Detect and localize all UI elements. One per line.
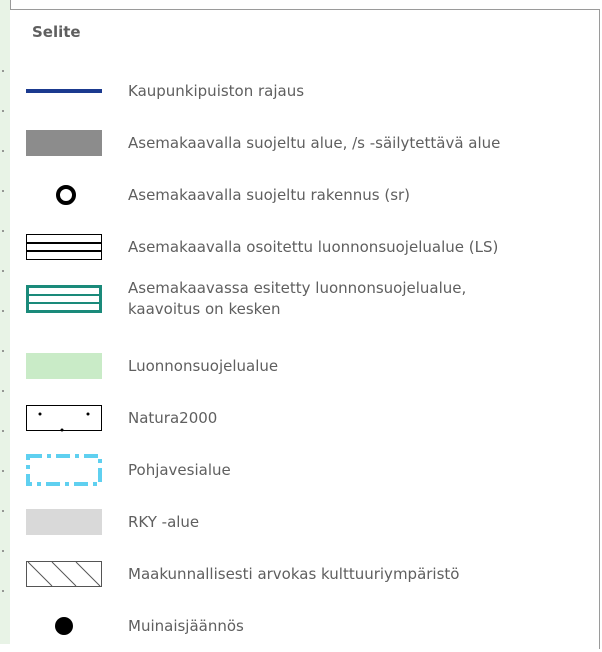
legend-item-label: Asemakaavalla suojeltu rakennus (sr): [128, 185, 411, 204]
legend-title: Selite: [32, 23, 81, 41]
legend-item-natura2000: Natura2000: [10, 392, 590, 444]
teal-double-rect-icon: [26, 273, 102, 325]
legend-item-label: Asemakaavalla suojeltu alue, /s -säilyte…: [128, 133, 501, 152]
legend-item-kulttuuriymparisto: Maakunnallisesti arvokas kulttuuriympäri…: [10, 548, 590, 600]
legend-item-label: Asemakaavassa esitetty luonnonsuojelualu…: [128, 279, 467, 318]
legend-item-label: Kaupunkipuiston rajaus: [128, 81, 305, 100]
double-line-rect-icon: [26, 221, 102, 273]
legend-item-kaupunkipuiston-rajaus: Kaupunkipuiston rajaus: [10, 65, 590, 117]
legend-item-label: Muinaisjäännös: [128, 616, 244, 635]
dotted-rect-icon: [26, 392, 102, 444]
legend-item-rky-alue: RKY -alue: [10, 496, 590, 548]
legend-item-label: Natura2000: [128, 408, 218, 427]
legend-item-suojeltu-alue: Asemakaavalla suojeltu alue, /s -säilyte…: [10, 117, 590, 169]
gray-fill-icon: [26, 117, 102, 169]
green-fill-icon: [26, 340, 102, 392]
legend-item-label: Asemakaavalla osoitettu luonnonsuojelual…: [128, 237, 499, 256]
legend-item-kaavoitus-kesken: Asemakaavassa esitetty luonnonsuojelualu…: [10, 273, 590, 325]
legend-panel: Selite Kaupunkipuiston rajaus Asemakaava…: [10, 9, 600, 649]
ring-icon: [26, 169, 102, 221]
legend-item-label: RKY -alue: [128, 512, 200, 531]
legend-item-pohjavesialue: Pohjavesialue: [10, 444, 590, 496]
legend-item-label: Pohjavesialue: [128, 460, 231, 479]
dot-icon: [26, 600, 102, 652]
legend-item-suojeltu-rakennus: Asemakaavalla suojeltu rakennus (sr): [10, 169, 590, 221]
legend-item-luonnonsuojelualue-ls: Asemakaavalla osoitettu luonnonsuojelual…: [10, 221, 590, 273]
hatch-rect-icon: [26, 548, 102, 600]
dashed-rect-icon: [26, 444, 102, 496]
legend-item-muinaisjaannos: Muinaisjäännös: [10, 600, 590, 652]
light-gray-fill-icon: [26, 496, 102, 548]
legend-item-luonnonsuojelualue: Luonnonsuojelualue: [10, 340, 590, 392]
legend-item-label: Luonnonsuojelualue: [128, 356, 279, 375]
line-icon: [26, 65, 102, 117]
legend-item-label: Maakunnallisesti arvokas kulttuuriympäri…: [128, 564, 460, 583]
